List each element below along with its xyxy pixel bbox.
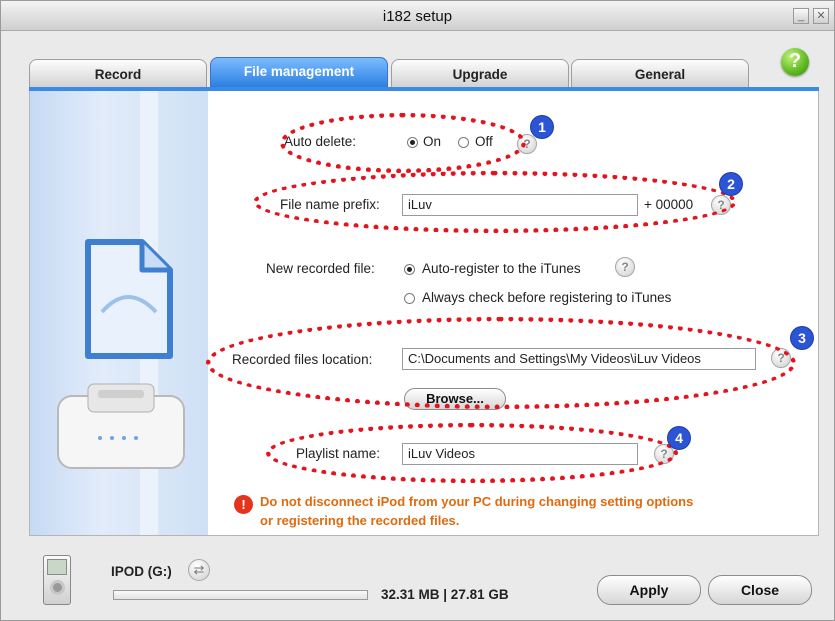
- callout-badge-4: 4: [668, 427, 690, 449]
- window-title: i182 setup: [382, 8, 453, 25]
- callout-badge-3: 3: [791, 327, 813, 349]
- sync-icon[interactable]: ⇄: [188, 559, 210, 581]
- callout-ring-1: [280, 113, 526, 173]
- close-window-button[interactable]: ✕: [813, 8, 829, 24]
- auto-register-label[interactable]: Auto-register to the iTunes: [422, 261, 581, 276]
- setup-window: i182 setup _ ✕ ? Record File management …: [0, 0, 835, 621]
- tab-bar: Record File management Upgrade General: [29, 57, 819, 87]
- always-check-radio[interactable]: [404, 293, 415, 304]
- title-bar: i182 setup _ ✕: [1, 1, 834, 31]
- apply-button[interactable]: Apply: [597, 575, 701, 605]
- tab-record[interactable]: Record: [29, 59, 207, 87]
- tab-file-management[interactable]: File management: [210, 57, 388, 87]
- warning-line-1: Do not disconnect iPod from your PC duri…: [260, 494, 694, 509]
- callout-badge-2: 2: [720, 173, 742, 195]
- ipod-device-icon: [43, 555, 71, 605]
- warning-icon: !: [234, 495, 253, 514]
- status-footer: IPOD (G:) ⇄ 32.31 MB | 27.81 GB Apply Cl…: [1, 541, 834, 621]
- minimize-button[interactable]: _: [793, 8, 809, 24]
- document-icon: [85, 239, 173, 359]
- always-check-label[interactable]: Always check before registering to iTune…: [422, 290, 671, 305]
- storage-progress-bar: [113, 590, 368, 600]
- warning-line-2: or registering the recorded files.: [260, 513, 460, 528]
- sidebar-illustration: [30, 91, 208, 535]
- callout-ring-2: [253, 171, 737, 233]
- callout-ring-4: [266, 423, 678, 483]
- ipod-dock-icon: [57, 383, 185, 469]
- new-recorded-help-button[interactable]: ?: [615, 257, 635, 277]
- file-management-panel: Auto delete: On Off ? File name prefix: …: [29, 91, 819, 536]
- callout-badge-1: 1: [531, 116, 553, 138]
- device-label: IPOD (G:): [111, 564, 172, 579]
- close-button[interactable]: Close: [708, 575, 812, 605]
- new-recorded-label: New recorded file:: [266, 261, 375, 276]
- tab-general[interactable]: General: [571, 59, 749, 87]
- callout-ring-3: [206, 317, 796, 409]
- storage-text: 32.31 MB | 27.81 GB: [381, 587, 509, 602]
- auto-register-radio[interactable]: [404, 264, 415, 275]
- tab-upgrade[interactable]: Upgrade: [391, 59, 569, 87]
